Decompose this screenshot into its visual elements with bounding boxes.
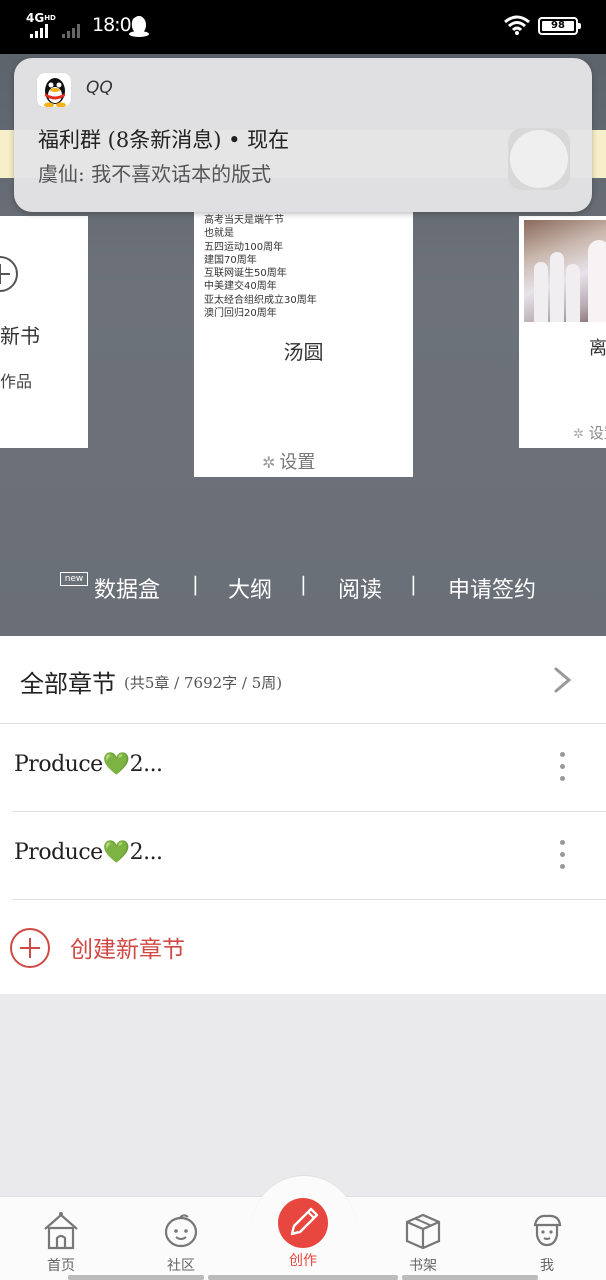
book-settings-button[interactable]: ✲ 设置: [262, 448, 315, 474]
more-options-icon[interactable]: [556, 752, 568, 786]
nav-separator: |: [192, 572, 199, 596]
gesture-bar: [208, 1275, 398, 1280]
book-synopsis: 高考当天是端午节 也就是 五四运动100周年 建国70周年 互联网诞生50周年 …: [204, 215, 317, 320]
nav-data-box[interactable]: 数据盒: [94, 572, 160, 604]
book-author-name: 汤圆: [283, 340, 324, 364]
notification-message: 虞仙: 我不喜欢话本的版式: [38, 162, 272, 186]
book-card-new[interactable]: 新书 作品: [0, 216, 88, 448]
signal-icon: [30, 24, 80, 38]
gesture-bar: [402, 1275, 538, 1280]
chapter-title: Produce💚2...: [14, 752, 163, 777]
create-chapter-label: 创建新章节: [70, 937, 185, 963]
nav-separator: |: [300, 572, 307, 596]
book-card-next[interactable]: 离 ✲ 设置: [519, 216, 606, 448]
new-book-title: 新书: [0, 324, 40, 348]
tab-home[interactable]: 首页: [11, 1197, 111, 1280]
tab-me[interactable]: 我: [497, 1197, 597, 1280]
next-book-title: 离: [589, 338, 606, 359]
next-book-settings-button[interactable]: ✲ 设置: [573, 422, 606, 443]
tab-community[interactable]: 社区: [131, 1197, 231, 1280]
box-icon: [405, 1213, 441, 1250]
add-circle-icon: [10, 928, 50, 968]
battery-level: 98: [551, 20, 565, 31]
create-chapter-button[interactable]: 创建新章节: [0, 900, 606, 994]
gear-icon: ✲: [262, 453, 276, 472]
battery-icon: 98: [538, 17, 581, 35]
all-chapters-label: 全部章节: [20, 670, 116, 698]
tab-create[interactable]: [278, 1198, 328, 1248]
works-nav: new 数据盒 | 大纲 | 阅读 | 申请签约: [0, 566, 606, 606]
chapter-title: Produce💚2...: [14, 840, 163, 865]
add-book-icon: [0, 256, 18, 292]
book-cover-image: [524, 220, 606, 322]
nav-separator: |: [410, 572, 417, 596]
all-chapters-stats: (共5章 / 7692字 / 5周): [124, 674, 283, 692]
qq-penguin-icon: [129, 16, 149, 37]
new-badge: new: [60, 572, 88, 586]
nav-outline[interactable]: 大纲: [228, 572, 272, 604]
gesture-bar: [68, 1275, 204, 1280]
all-chapters-row[interactable]: 全部章节 (共5章 / 7692字 / 5周): [0, 636, 606, 724]
status-bar: 4GHD 18:00 98: [0, 0, 606, 54]
qq-notification[interactable]: QQ 福利群 (8条新消息) • 现在 虞仙: 我不喜欢话本的版式: [14, 58, 592, 212]
chapter-row[interactable]: Produce💚2...: [0, 812, 606, 900]
chapter-row[interactable]: Produce💚2...: [0, 724, 606, 812]
chapter-list: 全部章节 (共5章 / 7692字 / 5周) Produce💚2... Pro…: [0, 636, 606, 994]
book-card-current[interactable]: 高考当天是端午节 也就是 五四运动100周年 建国70周年 互联网诞生50周年 …: [194, 212, 413, 477]
pencil-icon: [290, 1207, 319, 1236]
chevron-right-icon: [554, 667, 572, 693]
tab-create-label: 创作: [289, 1253, 317, 1269]
network-indicator: 4GHD: [26, 11, 56, 25]
notification-avatar: [508, 128, 570, 190]
home-icon: [44, 1212, 78, 1250]
wifi-icon: [504, 15, 530, 35]
profile-icon: [533, 1214, 562, 1247]
qq-app-icon: [36, 72, 72, 108]
notification-title: 福利群 (8条新消息) • 现在: [38, 128, 290, 152]
more-options-icon[interactable]: [556, 840, 568, 874]
gear-icon: ✲: [573, 427, 584, 442]
new-book-subtitle: 作品: [0, 372, 33, 391]
nav-apply-contract[interactable]: 申请签约: [448, 572, 536, 604]
notification-app-name: QQ: [86, 78, 113, 98]
tab-bookshelf[interactable]: 书架: [373, 1197, 473, 1280]
nav-read[interactable]: 阅读: [338, 572, 382, 604]
community-face-icon: [164, 1214, 198, 1248]
